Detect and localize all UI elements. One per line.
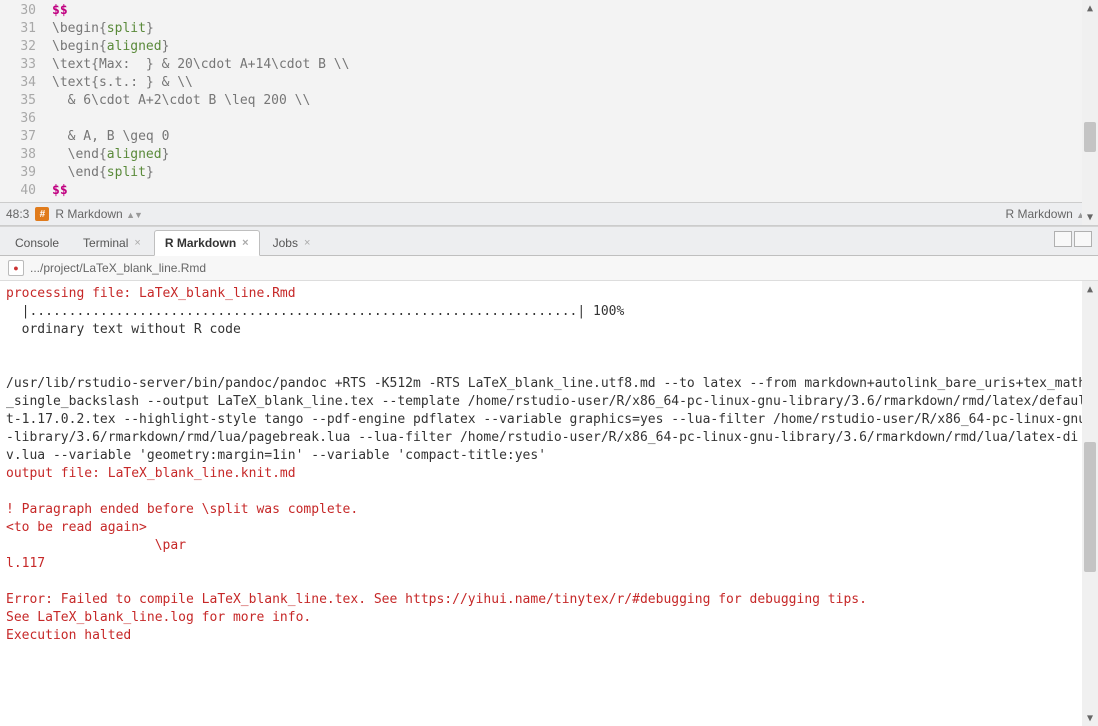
tab-rmarkdown[interactable]: R Markdown× [154, 230, 260, 256]
output-line: |.......................................… [6, 304, 624, 319]
editor-scrollbar[interactable]: ▲ ▼ [1082, 0, 1098, 225]
output-line: l.117 [6, 556, 53, 571]
console-output[interactable]: processing file: LaTeX_blank_line.Rmd |.… [0, 281, 1098, 649]
filetype-picker[interactable]: R Markdown ▲▼ [1005, 207, 1092, 221]
output-line: ! Paragraph ended before \split was comp… [6, 502, 358, 517]
outline-picker[interactable]: R Markdown ▲▼ [55, 207, 142, 221]
code-content[interactable]: $$\begin{split}\begin{aligned}\text{Max:… [42, 0, 1098, 202]
breadcrumb: ● .../project/LaTeX_blank_line.Rmd [0, 256, 1098, 281]
output-line: processing file: LaTeX_blank_line.Rmd [6, 286, 296, 301]
stop-icon[interactable]: ● [8, 260, 24, 276]
scroll-down-icon[interactable]: ▼ [1082, 209, 1098, 225]
close-icon[interactable]: × [134, 237, 140, 249]
close-icon[interactable]: × [242, 237, 248, 249]
scroll-up-icon[interactable]: ▲ [1082, 0, 1098, 16]
close-icon[interactable]: × [304, 237, 310, 249]
output-line: Error: Failed to compile LaTeX_blank_lin… [6, 592, 867, 607]
tab-terminal[interactable]: Terminal× [72, 230, 152, 256]
tab-console[interactable]: Console [4, 230, 70, 256]
output-line: See LaTeX_blank_line.log for more info. [6, 610, 311, 625]
breadcrumb-path: .../project/LaTeX_blank_line.Rmd [30, 261, 206, 275]
maximize-pane-button[interactable] [1074, 231, 1092, 247]
console-tabs: Console Terminal× R Markdown× Jobs× [0, 226, 1098, 256]
line-gutter: 3031323334353637383940 [0, 0, 42, 202]
output-line: output file: LaTeX_blank_line.knit.md [6, 466, 296, 481]
source-editor: 3031323334353637383940 $$\begin{split}\b… [0, 0, 1098, 226]
output-scrollbar[interactable]: ▲ ▼ [1082, 281, 1098, 726]
rmarkdown-icon: # [35, 207, 49, 221]
output-line: Execution halted [6, 628, 131, 643]
output-line: /usr/lib/rstudio-server/bin/pandoc/pando… [6, 376, 1086, 463]
output-line: <to be read again> [6, 520, 155, 535]
cursor-position: 48:3 [6, 207, 29, 221]
minimize-pane-button[interactable] [1054, 231, 1072, 247]
scroll-down-icon[interactable]: ▼ [1082, 710, 1098, 726]
output-line: ordinary text without R code [6, 322, 241, 337]
output-line: \par [6, 538, 194, 553]
scroll-up-icon[interactable]: ▲ [1082, 281, 1098, 297]
editor-statusbar: 48:3 # R Markdown ▲▼ R Markdown ▲▼ [0, 202, 1098, 225]
tab-jobs[interactable]: Jobs× [262, 230, 322, 256]
